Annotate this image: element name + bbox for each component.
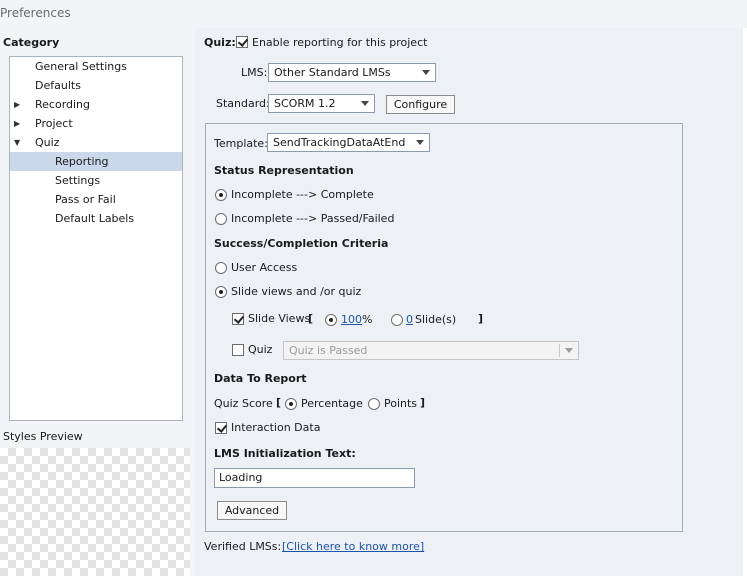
advanced-button[interactable]: Advanced — [217, 501, 287, 520]
quiz-score-close-bracket: ] — [420, 396, 426, 409]
tree-item-label: Default Labels — [55, 212, 135, 225]
points-radio[interactable] — [368, 398, 380, 410]
tree-item-settings[interactable]: Settings — [10, 171, 182, 190]
template-label: Template: — [214, 137, 268, 150]
slide-views-close-bracket: ] — [478, 312, 484, 325]
expand-arrow-icon[interactable]: ▶ — [14, 114, 20, 133]
expand-arrow-icon[interactable]: ▶ — [14, 95, 20, 114]
lms-init-text-field[interactable]: Loading — [214, 468, 415, 488]
status-passed-failed-radio[interactable] — [215, 213, 227, 225]
status-complete-label: Incomplete ---> Complete — [231, 188, 374, 201]
slide-views-slides-radio[interactable] — [391, 314, 403, 326]
percentage-label: Percentage — [301, 397, 363, 410]
styles-preview-canvas — [0, 448, 190, 576]
points-label: Points — [384, 397, 418, 410]
standard-dropdown[interactable]: SCORM 1.2 — [268, 94, 375, 113]
tree-item-general-settings[interactable]: General Settings — [10, 57, 182, 76]
quiz-criteria-label: Quiz — [248, 343, 273, 356]
interaction-data-checkbox[interactable] — [215, 422, 227, 434]
lms-dropdown-value: Other Standard LMSs — [274, 66, 391, 79]
tree-item-label: General Settings — [35, 60, 127, 73]
user-access-radio[interactable] — [215, 262, 227, 274]
data-to-report-heading: Data To Report — [214, 372, 307, 385]
chevron-down-icon — [361, 101, 369, 106]
template-group-box: Template: SendTrackingDataAtEnd Status R… — [205, 123, 683, 532]
tree-item-default-labels[interactable]: Default Labels — [10, 209, 182, 228]
tree-item-label: Recording — [35, 98, 91, 111]
slide-views-quiz-radio[interactable] — [215, 286, 227, 298]
chevron-down-icon — [416, 140, 424, 145]
lms-label: LMS: — [241, 66, 268, 79]
tree-item-defaults[interactable]: Defaults — [10, 76, 182, 95]
slide-views-open-bracket: [ — [308, 312, 314, 325]
template-dropdown-value: SendTrackingDataAtEnd — [273, 136, 406, 149]
tree-item-pass-or-fail[interactable]: Pass or Fail — [10, 190, 182, 209]
verified-lms-label: Verified LMSs: — [204, 540, 282, 553]
tree-item-label: Quiz — [35, 136, 60, 149]
status-representation-heading: Status Representation — [214, 164, 354, 177]
slide-views-checkbox[interactable] — [232, 313, 244, 325]
slide-views-quiz-label: Slide views and /or quiz — [231, 285, 362, 298]
user-access-label: User Access — [231, 261, 298, 274]
verified-lms-link[interactable]: [Click here to know more] — [282, 540, 424, 553]
slide-views-slides-value[interactable]: 0 — [406, 313, 413, 326]
quiz-score-label: Quiz Score — [214, 397, 273, 410]
slide-views-percent-unit: % — [362, 313, 373, 326]
slide-views-percent-value[interactable]: 100 — [341, 313, 362, 326]
status-passed-failed-label: Incomplete ---> Passed/Failed — [231, 212, 395, 225]
success-criteria-heading: Success/Completion Criteria — [214, 237, 389, 250]
template-dropdown[interactable]: SendTrackingDataAtEnd — [267, 133, 430, 152]
configure-button[interactable]: Configure — [386, 95, 455, 114]
tree-item-project[interactable]: ▶ Project — [10, 114, 182, 133]
quiz-label: Quiz: — [204, 36, 236, 49]
slide-views-percent-radio[interactable] — [325, 314, 337, 326]
styles-preview-heading: Styles Preview — [3, 430, 83, 443]
tree-item-label: Pass or Fail — [55, 193, 116, 206]
quiz-criteria-dropdown[interactable]: Quiz is Passed — [283, 341, 579, 360]
standard-dropdown-value: SCORM 1.2 — [274, 97, 336, 110]
tree-item-quiz[interactable]: ▼ Quiz — [10, 133, 182, 152]
interaction-data-label: Interaction Data — [231, 421, 321, 434]
window-edge — [743, 28, 747, 576]
chevron-down-icon — [565, 348, 573, 353]
quiz-criteria-checkbox[interactable] — [232, 344, 244, 356]
slide-views-label: Slide Views — [248, 312, 311, 325]
chevron-down-icon — [422, 70, 430, 75]
tree-item-label: Settings — [55, 174, 101, 187]
lms-init-heading: LMS Initialization Text: — [214, 447, 356, 460]
reporting-panel: Quiz: Enable reporting for this project … — [195, 28, 743, 576]
quiz-score-open-bracket: [ — [276, 396, 282, 409]
lms-dropdown[interactable]: Other Standard LMSs — [268, 63, 436, 82]
slide-views-slides-unit: Slide(s) — [415, 313, 457, 326]
dropdown-separator — [559, 344, 560, 357]
standard-label: Standard: — [216, 97, 270, 110]
window-title: Preferences — [0, 6, 71, 20]
tree-item-label: Project — [35, 117, 73, 130]
status-complete-radio[interactable] — [215, 189, 227, 201]
category-heading: Category — [3, 36, 60, 49]
enable-reporting-label: Enable reporting for this project — [252, 36, 428, 49]
preferences-window: Preferences Category General Settings De… — [0, 0, 747, 576]
quiz-criteria-dropdown-value: Quiz is Passed — [289, 344, 368, 357]
percentage-radio[interactable] — [285, 398, 297, 410]
category-tree[interactable]: General Settings Defaults ▶ Recording ▶ … — [9, 56, 183, 421]
tree-item-label: Reporting — [55, 155, 109, 168]
collapse-arrow-icon[interactable]: ▼ — [14, 133, 20, 152]
enable-reporting-checkbox[interactable] — [236, 36, 248, 48]
title-bar: Preferences — [0, 0, 747, 28]
tree-item-label: Defaults — [35, 79, 81, 92]
tree-item-recording[interactable]: ▶ Recording — [10, 95, 182, 114]
tree-item-reporting[interactable]: Reporting — [10, 152, 182, 171]
